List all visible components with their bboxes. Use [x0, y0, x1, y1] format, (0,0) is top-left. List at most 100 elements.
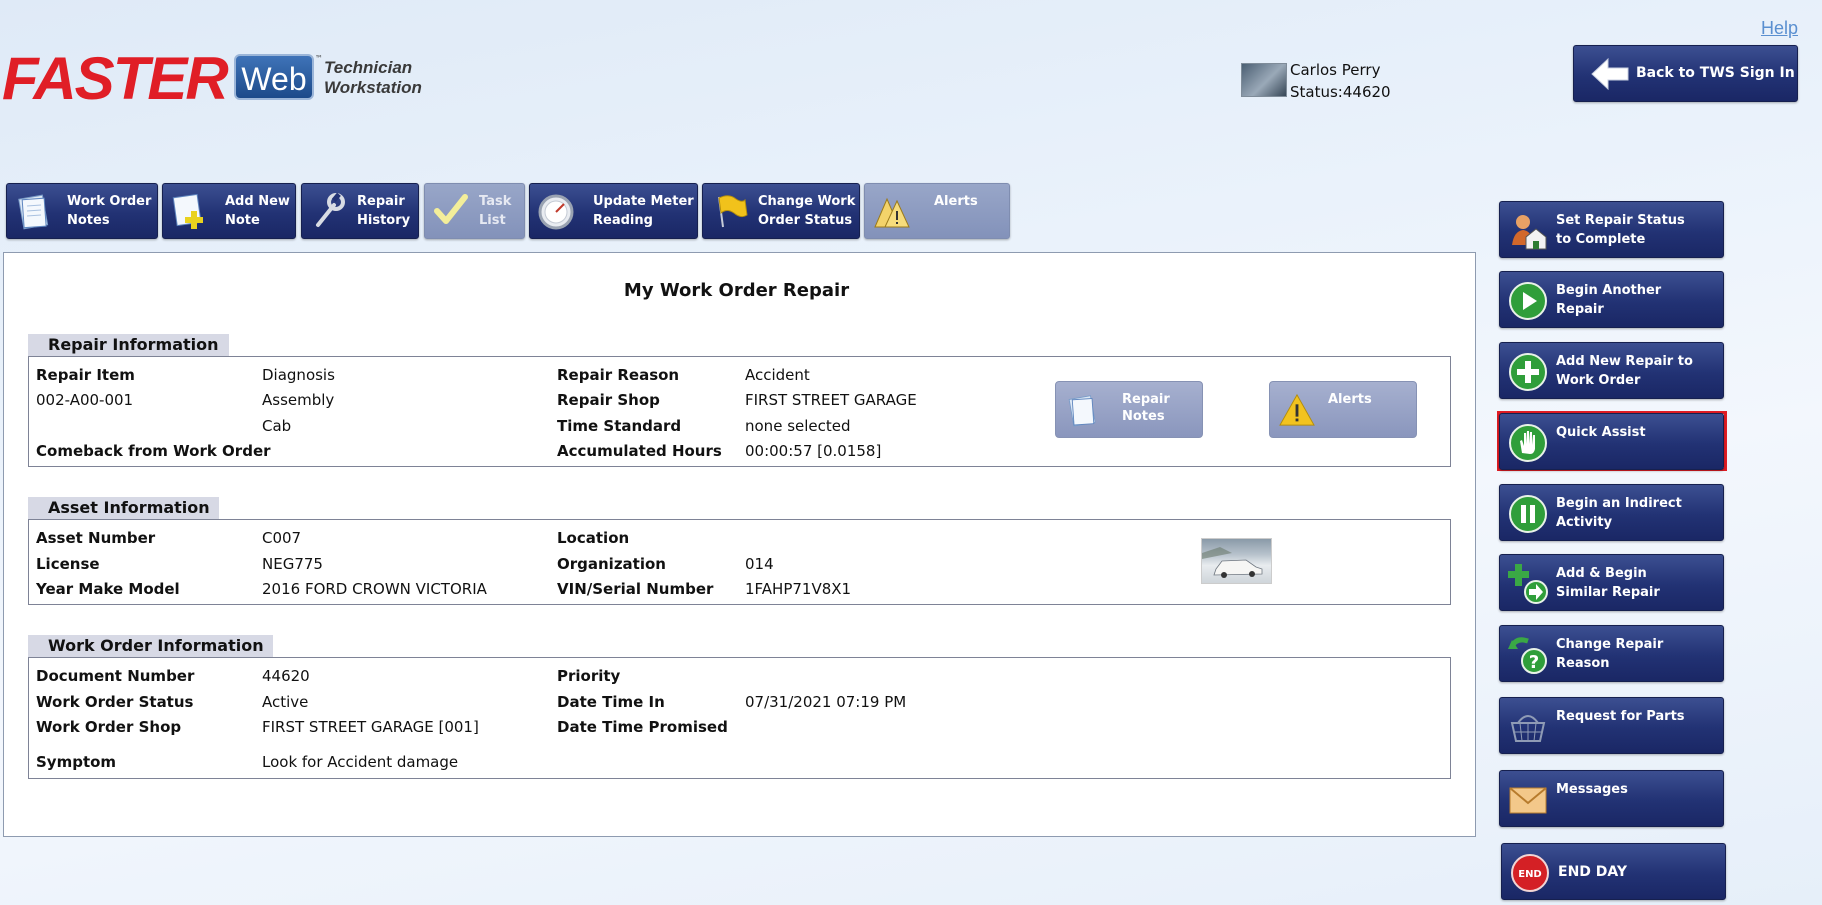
quick-assist-button[interactable]: Quick Assist [1499, 413, 1724, 470]
side-label-line2: Activity [1556, 515, 1613, 530]
date-time-in-label: Date Time In [557, 693, 665, 711]
side-label-line1: Request for Parts [1556, 709, 1685, 724]
help-link[interactable]: Help [1761, 18, 1798, 39]
page-title: My Work Order Repair [623, 280, 850, 301]
side-label-line1: Begin an Indirect [1556, 496, 1682, 511]
repair-item-label: Repair Item [36, 366, 135, 384]
repair-item-line1: Diagnosis [262, 366, 335, 384]
notepad-icon [18, 194, 49, 230]
repair-shop-value: FIRST STREET GARAGE [745, 391, 917, 409]
repair-notes-label-line2: Notes [1122, 409, 1165, 424]
basket-icon [1510, 715, 1546, 742]
tab-label-line1: Update Meter [593, 194, 694, 209]
tab-label-line2: History [357, 213, 411, 228]
vin-value: 1FAHP71V8X1 [745, 580, 852, 598]
tab-change-work-order-status[interactable]: Change Work Order Status [702, 183, 860, 239]
back-to-sign-in-button[interactable]: Back to TWS Sign In [1573, 45, 1798, 102]
side-label-line1: END DAY [1558, 864, 1628, 880]
side-label-line1: Add & Begin [1556, 566, 1647, 581]
repair-alerts-button[interactable]: Alerts [1269, 381, 1417, 438]
tab-add-new-note[interactable]: Add New Note [162, 183, 296, 239]
plus-arrow-icon [1508, 564, 1548, 604]
add-begin-similar-repair-button[interactable]: Add & Begin Similar Repair [1499, 554, 1724, 611]
year-make-model-label: Year Make Model [36, 580, 180, 598]
repair-item-code: 002-A00-001 [36, 391, 134, 409]
logo-faster: FASTER [2, 45, 229, 112]
document-number-value: 44620 [262, 667, 310, 685]
pause-icon [1509, 495, 1547, 533]
date-time-in-value: 07/31/2021 07:19 PM [745, 693, 907, 711]
tab-label-line1: Task [479, 194, 512, 209]
begin-indirect-activity-button[interactable]: Begin an Indirect Activity [1499, 484, 1724, 541]
repair-reason-label: Repair Reason [557, 366, 680, 384]
side-label-line1: Begin Another [1556, 283, 1662, 298]
svg-text:END: END [1518, 869, 1542, 880]
svg-text:?: ? [1529, 652, 1539, 673]
license-label: License [36, 555, 100, 573]
logo-subtitle: Technician Workstation [324, 58, 422, 98]
priority-label: Priority [557, 667, 621, 685]
request-for-parts-button[interactable]: Request for Parts [1499, 697, 1724, 754]
question-icon: ? [1508, 637, 1547, 674]
tab-label-line2: Note [225, 213, 260, 228]
hand-icon [1509, 424, 1547, 462]
tab-label-line2: Reading [593, 213, 653, 228]
asset-number-label: Asset Number [36, 529, 156, 547]
set-repair-complete-button[interactable]: Set Repair Status to Complete [1499, 201, 1724, 258]
checkmark-icon [434, 194, 468, 224]
comeback-label: Comeback from Work Order [36, 442, 271, 460]
tab-label-line2: Order Status [758, 213, 853, 228]
work-order-information-box [28, 657, 1451, 779]
time-standard-label: Time Standard [557, 417, 682, 435]
tab-label-line1: Add New [225, 194, 290, 209]
tab-work-order-notes[interactable]: Work Order Notes [6, 183, 158, 239]
date-time-promised-label: Date Time Promised [557, 718, 728, 736]
end-day-button[interactable]: END END DAY [1501, 843, 1726, 900]
change-repair-reason-button[interactable]: ? Change Repair Reason [1499, 625, 1724, 682]
car-image [1202, 547, 1263, 578]
organization-value: 014 [745, 555, 774, 573]
messages-button[interactable]: Messages [1499, 770, 1724, 827]
user-status: Status:44620 [1290, 83, 1391, 101]
repair-item-line3: Cab [262, 417, 292, 435]
side-label-line2: Work Order [1556, 373, 1641, 388]
side-label-line1: Set Repair Status [1556, 213, 1685, 228]
repair-reason-value: Accident [745, 366, 810, 384]
add-new-repair-button[interactable]: Add New Repair to Work Order [1499, 342, 1724, 399]
side-label-line1: Add New Repair to [1556, 354, 1693, 369]
tab-alerts[interactable]: Alerts [864, 183, 1010, 239]
side-label-line1: Change Repair [1556, 637, 1664, 652]
notepad-icon [1068, 395, 1096, 427]
user-name: Carlos Perry [1290, 61, 1381, 79]
asset-photo[interactable] [1201, 538, 1272, 584]
begin-another-repair-button[interactable]: Begin Another Repair [1499, 271, 1724, 328]
vin-label: VIN/Serial Number [557, 580, 714, 598]
repair-notes-label-line1: Repair [1122, 392, 1170, 407]
accumulated-hours-label: Accumulated Hours [557, 442, 722, 460]
license-value: NEG775 [262, 555, 323, 573]
wrench-icon [316, 192, 345, 227]
avatar [1241, 63, 1287, 97]
tab-label-line2: Notes [67, 213, 110, 228]
tab-update-meter-reading[interactable]: Update Meter Reading [529, 183, 698, 239]
back-button-label: Back to TWS Sign In [1636, 65, 1795, 81]
work-order-section-title: Work Order Information [28, 635, 273, 657]
play-icon [1509, 282, 1547, 320]
work-order-status-value: Active [262, 693, 309, 711]
repair-notes-button[interactable]: Repair Notes [1055, 381, 1203, 438]
asset-number-value: C007 [262, 529, 302, 547]
tab-label-line2: List [479, 213, 506, 228]
tab-repair-history[interactable]: Repair History [301, 183, 419, 239]
year-make-model-value: 2016 FORD CROWN VICTORIA [262, 580, 487, 598]
person-house-icon [1512, 215, 1547, 250]
alert-triangles-icon [874, 197, 910, 228]
tab-label-line1: Change Work [758, 194, 856, 209]
envelope-icon [1509, 787, 1547, 814]
accumulated-hours-value: 00:00:57 [0.0158] [745, 442, 882, 460]
asset-section-title: Asset Information [28, 497, 219, 519]
side-label-line2: Reason [1556, 656, 1610, 671]
repair-section-title: Repair Information [28, 334, 229, 356]
tab-task-list[interactable]: Task List [424, 183, 525, 239]
repair-item-line2: Assembly [262, 391, 335, 409]
work-order-status-label: Work Order Status [36, 693, 194, 711]
